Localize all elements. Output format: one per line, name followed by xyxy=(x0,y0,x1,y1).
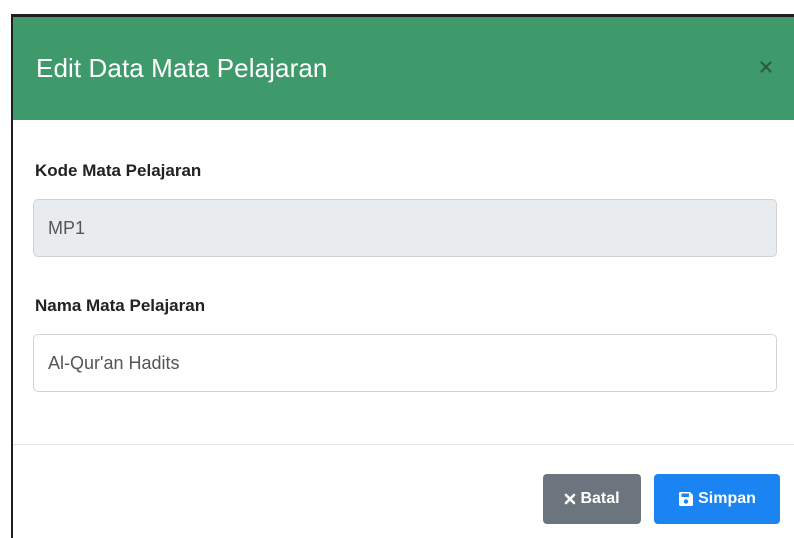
cancel-button[interactable]: Batal xyxy=(543,474,641,524)
close-icon xyxy=(760,61,772,73)
modal-title: Edit Data Mata Pelajaran xyxy=(36,53,328,83)
save-label: Simpan xyxy=(698,490,756,507)
save-icon xyxy=(679,492,694,506)
footer-divider xyxy=(13,444,794,445)
kode-label: Kode Mata Pelajaran xyxy=(35,161,202,180)
nama-label: Nama Mata Pelajaran xyxy=(35,296,206,315)
kode-input[interactable] xyxy=(33,199,777,257)
nama-input[interactable] xyxy=(33,334,777,392)
modal-header: Edit Data Mata Pelajaran xyxy=(13,17,794,120)
close-button[interactable] xyxy=(754,55,778,79)
cancel-label: Batal xyxy=(580,490,620,507)
edit-modal: Edit Data Mata Pelajaran Kode Mata Pelaj… xyxy=(11,14,794,538)
save-button[interactable]: Simpan xyxy=(654,474,780,524)
modal-body: Kode Mata Pelajaran Nama Mata Pelajaran xyxy=(13,120,794,443)
x-icon xyxy=(565,493,576,505)
